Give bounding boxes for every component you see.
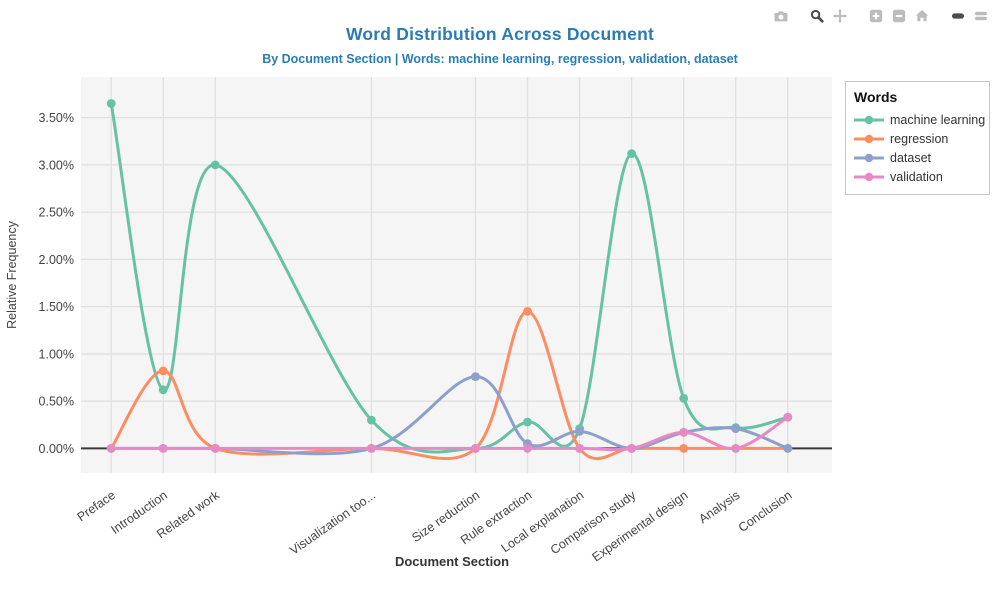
data-point-validation[interactable] (159, 444, 168, 453)
data-point-validation[interactable] (107, 444, 116, 453)
data-point-machine-learning[interactable] (107, 99, 116, 108)
data-point-validation[interactable] (367, 444, 376, 453)
data-point-dataset[interactable] (731, 424, 740, 433)
legend-item-label: dataset (890, 151, 931, 165)
legend-item-dataset[interactable]: dataset (854, 148, 982, 167)
data-point-regression[interactable] (159, 367, 168, 376)
data-point-dataset[interactable] (783, 444, 792, 453)
data-point-validation[interactable] (211, 444, 220, 453)
plot-area[interactable] (81, 77, 832, 473)
legend-item-validation[interactable]: validation (854, 167, 982, 186)
legend-swatch-icon (854, 114, 884, 126)
data-point-regression[interactable] (679, 444, 688, 453)
y-tick-label: 2.00% (39, 253, 74, 267)
data-point-machine-learning[interactable] (679, 394, 688, 403)
legend-item-machine-learning[interactable]: machine learning (854, 110, 982, 129)
x-tick-label: Comparison study (548, 488, 639, 558)
legend-items: machine learning regression dataset validat… (854, 110, 982, 186)
y-tick-label: 2.50% (39, 206, 74, 220)
data-point-validation[interactable] (731, 444, 740, 453)
figure-canvas: { "title": "Word Distribution Across Doc… (0, 0, 1000, 600)
data-point-regression[interactable] (523, 307, 532, 316)
data-point-validation[interactable] (679, 428, 688, 437)
data-point-dataset[interactable] (471, 372, 480, 381)
data-point-validation[interactable] (523, 444, 532, 453)
legend: Words machine learning regression dataset v… (845, 81, 990, 195)
data-point-machine-learning[interactable] (211, 161, 220, 170)
legend-title: Words (854, 89, 982, 105)
legend-swatch-icon (854, 171, 884, 183)
y-tick-label: 1.00% (39, 347, 74, 361)
data-point-machine-learning[interactable] (159, 385, 168, 394)
x-tick-label: Preface (75, 488, 118, 524)
x-axis-title: Document Section (395, 554, 509, 569)
y-tick-label: 0.50% (39, 395, 74, 409)
data-point-machine-learning[interactable] (523, 418, 532, 427)
x-tick-label: Conclusion (736, 488, 795, 535)
legend-item-label: validation (890, 170, 943, 184)
y-axis-title: Relative Frequency (5, 220, 19, 328)
legend-item-regression[interactable]: regression (854, 129, 982, 148)
x-tick-label: Analysis (696, 488, 742, 526)
legend-swatch-icon (854, 133, 884, 145)
y-tick-label: 3.50% (39, 111, 74, 125)
legend-swatch-icon (854, 152, 884, 164)
data-point-validation[interactable] (575, 444, 584, 453)
data-point-validation[interactable] (471, 444, 480, 453)
y-tick-label: 0.00% (39, 442, 74, 456)
y-tick-label: 3.00% (39, 158, 74, 172)
data-point-machine-learning[interactable] (627, 149, 636, 158)
legend-item-label: machine learning (890, 113, 985, 127)
data-point-machine-learning[interactable] (367, 416, 376, 425)
x-tick-label: Experimental design (590, 488, 691, 564)
data-point-validation[interactable] (783, 413, 792, 422)
x-tick-label: Visualization too... (287, 488, 378, 558)
data-point-dataset[interactable] (575, 427, 584, 436)
data-point-validation[interactable] (627, 444, 636, 453)
legend-item-label: regression (890, 132, 948, 146)
y-tick-label: 1.50% (39, 300, 74, 314)
